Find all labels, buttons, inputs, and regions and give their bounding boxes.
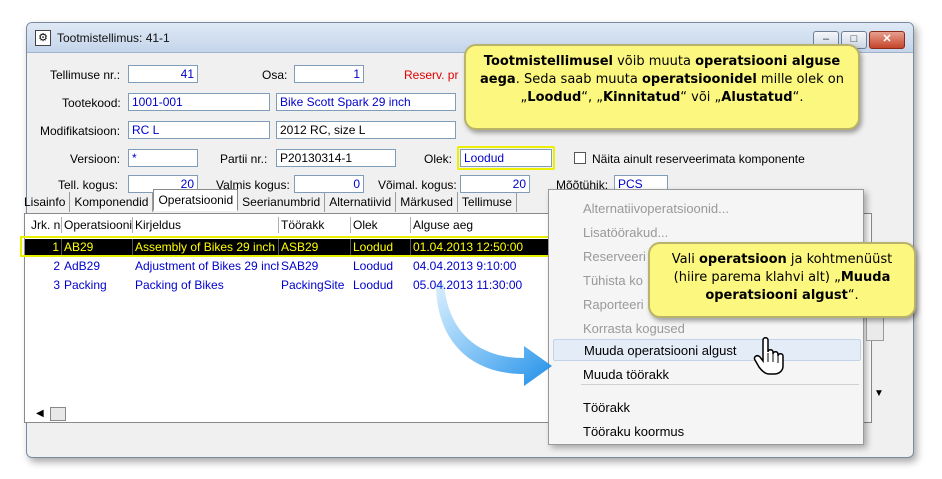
possible-qty-label: Võimal. kogus: (378, 178, 457, 192)
callout1-part: . Seda saab muuta (515, 72, 642, 87)
status-highlight (457, 146, 555, 170)
menu-item-change-start-time[interactable]: Muuda operatsiooni algust (553, 339, 861, 361)
hand-cursor-icon (753, 337, 784, 375)
tab-tellimuse[interactable]: Tellimuse (458, 192, 517, 212)
batch-label: Partii nr.: (220, 152, 268, 166)
menu-item-alternative-operations[interactable]: Alternatiivoperatsioonid... (583, 201, 729, 216)
cell-operation: Packing (64, 278, 107, 292)
callout1-part: Loodud (527, 90, 582, 105)
part-field[interactable]: 1 (294, 65, 364, 83)
batch-field[interactable]: P20130314-1 (276, 149, 396, 167)
tab-operatsioonid[interactable]: Operatsioonid (153, 189, 239, 211)
callout2-part: “. (847, 288, 859, 303)
callout2-part: Vali (671, 252, 699, 267)
tab-seerianumbrid[interactable]: Seerianumbrid (238, 192, 326, 212)
tab-strip: Lisainfo Komponendid Operatsioonid Seerianu… (20, 189, 517, 213)
cell-operation: AdB29 (64, 259, 101, 273)
callout-select-operation: Vali operatsioon ja kohtmenüüst (hiire p… (648, 242, 916, 318)
app-icon: ⚙ (35, 30, 51, 46)
menu-item-report[interactable]: Raporteeri (583, 297, 644, 312)
menu-item-reserve[interactable]: Reserveeri (583, 249, 646, 264)
cell-jrk: 3 (53, 278, 60, 292)
cell-description: Adjustment of Bikes 29 inch (135, 259, 279, 273)
cell-status: Loodud (353, 259, 394, 273)
tab-markused[interactable]: Märkused (396, 192, 458, 212)
only-unreserved-checkbox[interactable] (574, 152, 586, 164)
callout1-part: Alustatud (721, 90, 793, 105)
close-button[interactable]: ✕ (869, 31, 905, 49)
callout1-part: Kinnitatud (603, 90, 681, 105)
arrow-icon (436, 284, 552, 386)
window-title: Tootmistellimus: 41-1 (57, 31, 170, 45)
col-jrk[interactable]: Jrk. n (29, 217, 62, 233)
cell-start-time: 04.04.2013 9:10:00 (413, 259, 517, 273)
version-field[interactable]: * (128, 149, 198, 167)
tab-lisainfo[interactable]: Lisainfo (20, 192, 71, 212)
order-number-field[interactable]: 41 (128, 65, 198, 83)
horizontal-scrollbar[interactable]: ◀ (36, 406, 80, 422)
part-label: Osa: (262, 68, 288, 82)
col-description[interactable]: Kirjeldus (133, 217, 279, 233)
tab-komponendid[interactable]: Komponendid (70, 192, 154, 212)
status-label: Olek: (424, 152, 453, 166)
col-workcell[interactable]: Töörakk (279, 217, 351, 233)
col-start-time[interactable]: Alguse aeg (411, 217, 553, 233)
col-operation[interactable]: Operatsiooni (62, 217, 133, 233)
callout1-part: operatsioonidel (641, 72, 757, 87)
callout1-part: “. (792, 90, 804, 105)
menu-separator (581, 384, 859, 385)
product-code-field[interactable]: 1001-001 (128, 93, 270, 111)
scroll-thumb[interactable] (50, 407, 66, 421)
menu-item-workcell[interactable]: Töörakk (583, 400, 630, 415)
menu-item-change-workcell[interactable]: Muuda töörakk (583, 367, 669, 382)
cell-description: Packing of Bikes (135, 278, 224, 292)
only-unreserved-label: Näita ainult reserveerimata komponente (592, 152, 805, 166)
callout1-part: võib muuta (612, 54, 696, 69)
col-status[interactable]: Olek (351, 217, 411, 233)
order-number-label: Tellimuse nr.: (50, 68, 121, 82)
modification-field[interactable]: RC L (128, 121, 270, 139)
menu-item-additional-workcells[interactable]: Lisatöörakud... (583, 225, 668, 240)
callout1-part: “, „ (581, 90, 604, 105)
reservation-label: Reserv. pr (404, 68, 459, 82)
menu-item-cancel[interactable]: Tühista ko (583, 273, 643, 288)
modification-desc-field[interactable]: 2012 RC, size L (276, 121, 456, 139)
cell-jrk: 2 (53, 259, 60, 273)
cell-workcell: SAB29 (281, 259, 319, 273)
product-name-field[interactable]: Bike Scott Spark 29 inch (276, 93, 456, 111)
cell-workcell: PackingSite (281, 278, 345, 292)
menu-item-workcell-load[interactable]: Tööraku koormus (583, 424, 684, 439)
selected-row-highlight (20, 236, 556, 257)
callout2-part: operatsioon (699, 252, 787, 267)
scroll-down-icon[interactable]: ▼ (874, 388, 884, 399)
callout1-part: “ või „ (680, 90, 722, 105)
modification-label: Modifikatsioon: (40, 124, 121, 138)
table-row[interactable]: 2 AdB29 Adjustment of Bikes 29 inch SAB2… (25, 258, 553, 275)
tab-alternatiivid[interactable]: Alternatiivid (325, 192, 397, 212)
scroll-left-icon[interactable]: ◀ (36, 408, 44, 419)
menu-item-fix-quantities[interactable]: Korrasta kogused (583, 321, 685, 336)
ordered-qty-label: Tell. kogus: (58, 178, 119, 192)
version-label: Versioon: (70, 152, 121, 166)
product-code-label: Tootekood: (62, 96, 121, 110)
callout-info-start-time: Tootmistellimusel võib muuta operatsioon… (464, 44, 860, 130)
callout1-part: Tootmistellimusel (483, 54, 613, 69)
cell-status: Loodud (353, 278, 394, 292)
